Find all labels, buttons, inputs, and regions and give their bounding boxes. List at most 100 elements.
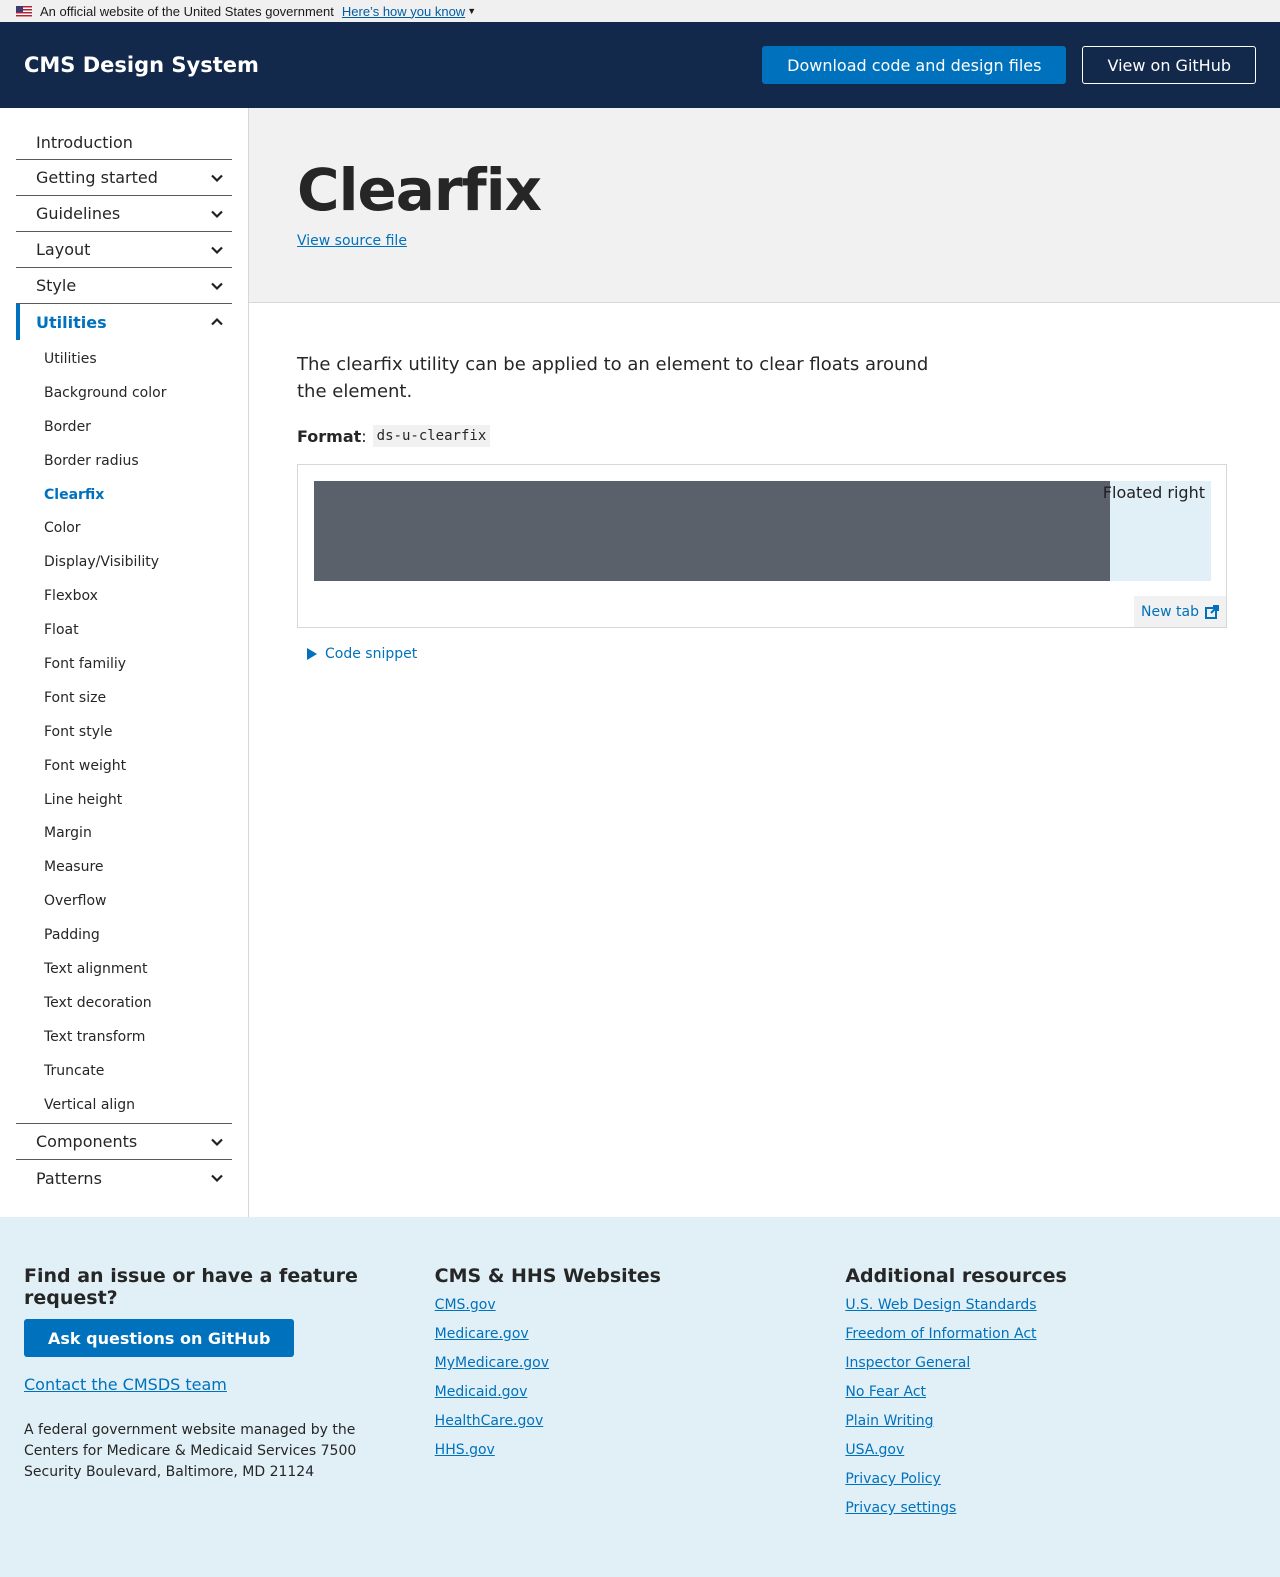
header-actions: Download code and design files View on G… bbox=[762, 46, 1256, 84]
code-snippet-label: Code snippet bbox=[325, 646, 418, 662]
page-title: Clearfix bbox=[297, 156, 542, 224]
subnav-item[interactable]: Truncate bbox=[16, 1054, 232, 1088]
utilities-list: Utilities Background color Border Border ra… bbox=[16, 342, 232, 1121]
subnav-item[interactable]: Font familiy bbox=[16, 647, 232, 681]
sidebar-item-label: Introduction bbox=[36, 132, 133, 152]
floated-right-box: Floated right bbox=[1103, 481, 1211, 581]
subnav-item[interactable]: Flexbox bbox=[16, 579, 232, 613]
chevron-down-icon[interactable]: ▼ bbox=[467, 6, 476, 16]
footer-col-resources: Additional resources U.S. Web Design Sta… bbox=[845, 1265, 1256, 1577]
subnav-item[interactable]: Text alignment bbox=[16, 952, 232, 986]
external-link-icon bbox=[1204, 604, 1219, 619]
footer-link[interactable]: Inspector General bbox=[845, 1355, 970, 1371]
gov-banner-text: An official website of the United States… bbox=[40, 3, 334, 19]
subnav-item[interactable]: Overflow bbox=[16, 884, 232, 918]
subnav-item[interactable]: Border bbox=[16, 410, 232, 444]
sidebar-item-layout[interactable]: Layout bbox=[16, 232, 232, 268]
footer-link[interactable]: No Fear Act bbox=[845, 1384, 926, 1400]
footer-link[interactable]: Freedom of Information Act bbox=[845, 1326, 1036, 1342]
floated-right-label: Floated right bbox=[1102, 483, 1205, 502]
sidebar-item-patterns[interactable]: Patterns bbox=[16, 1160, 232, 1196]
sidebar-item-label: Utilities bbox=[36, 312, 107, 332]
footer-link[interactable]: CMS.gov bbox=[435, 1297, 496, 1313]
sidebar-item-style[interactable]: Style bbox=[16, 268, 232, 304]
how-you-know-link[interactable]: Here’s how you know bbox=[342, 4, 465, 19]
subnav-item[interactable]: Clearfix bbox=[16, 478, 232, 512]
footer-link[interactable]: MyMedicare.gov bbox=[435, 1355, 549, 1371]
subnav-item[interactable]: Font weight bbox=[16, 749, 232, 783]
footer-link-item: Medicare.gov bbox=[435, 1326, 846, 1355]
view-source-link[interactable]: View source file bbox=[297, 233, 407, 249]
resources-links: U.S. Web Design Standards Freedom of Info… bbox=[845, 1297, 1256, 1529]
sidebar-item-label: Getting started bbox=[36, 168, 158, 187]
footer-link-item: CMS.gov bbox=[435, 1297, 846, 1326]
footer-link-item: Privacy settings bbox=[845, 1500, 1256, 1529]
sidebar-item-introduction[interactable]: Introduction bbox=[16, 125, 232, 160]
contact-team-link[interactable]: Contact the CMSDS team bbox=[24, 1375, 435, 1394]
subnav-item[interactable]: Utilities bbox=[16, 342, 232, 376]
new-tab-button[interactable]: New tab bbox=[1134, 596, 1226, 627]
footer-link[interactable]: HHS.gov bbox=[435, 1442, 495, 1458]
sidebar-item-label: Style bbox=[36, 276, 77, 295]
footer-col-websites: CMS & HHS Websites CMS.gov Medicare.gov My… bbox=[435, 1265, 846, 1577]
chevron-down-icon[interactable] bbox=[210, 171, 224, 185]
download-button[interactable]: Download code and design files bbox=[762, 46, 1067, 84]
chevron-up-icon[interactable] bbox=[210, 315, 224, 329]
footer-link[interactable]: Medicaid.gov bbox=[435, 1384, 528, 1400]
chevron-down-icon[interactable] bbox=[210, 1135, 224, 1149]
subnav-item[interactable]: Background color bbox=[16, 376, 232, 410]
subnav-item[interactable]: Measure bbox=[16, 850, 232, 884]
utilities-subnav: Utilities Background color Border Border ra… bbox=[16, 340, 232, 1125]
subnav-item[interactable]: Border radius bbox=[16, 444, 232, 478]
site-header: CMS Design System Download code and desi… bbox=[0, 22, 1280, 108]
subnav-item[interactable]: Color bbox=[16, 511, 232, 545]
footer-address: A federal government website managed by … bbox=[24, 1422, 357, 1480]
chevron-down-icon[interactable] bbox=[210, 243, 224, 257]
gov-banner: An official website of the United States… bbox=[0, 0, 1280, 22]
subnav-item[interactable]: Font style bbox=[16, 715, 232, 749]
subnav-item[interactable]: Line height bbox=[16, 783, 232, 817]
ask-github-button[interactable]: Ask questions on GitHub bbox=[24, 1319, 295, 1357]
sidebar-item-components[interactable]: Components bbox=[16, 1124, 232, 1161]
code-snippet-toggle[interactable]: Code snippet bbox=[307, 646, 1232, 662]
subnav-item[interactable]: Text decoration bbox=[16, 986, 232, 1020]
footer-link[interactable]: Privacy Policy bbox=[845, 1471, 940, 1487]
sidebar-item-getting-started[interactable]: Getting started bbox=[16, 160, 232, 196]
site-footer: Find an issue or have a feature request?… bbox=[0, 1217, 1280, 1577]
footer-link-item: Medicaid.gov bbox=[435, 1384, 846, 1413]
sidebar-nav: Introduction Getting started Guidelines … bbox=[0, 108, 249, 1217]
format-line: Format : ds-u-clearfix bbox=[297, 425, 1232, 447]
sidebar-item-label: Components bbox=[36, 1132, 138, 1152]
subnav-item[interactable]: Display/Visibility bbox=[16, 545, 232, 579]
lead-paragraph: The clearfix utility can be applied to a… bbox=[297, 354, 929, 402]
footer-link-item: Privacy Policy bbox=[845, 1471, 1256, 1500]
footer-heading: Additional resources bbox=[845, 1265, 1067, 1287]
footer-col-feedback: Find an issue or have a feature request?… bbox=[24, 1265, 435, 1577]
subnav-item[interactable]: Text transform bbox=[16, 1020, 232, 1054]
footer-link[interactable]: Privacy settings bbox=[845, 1500, 956, 1516]
chevron-down-icon[interactable] bbox=[210, 207, 224, 221]
footer-link[interactable]: HealthCare.gov bbox=[435, 1413, 544, 1429]
subnav-item[interactable]: Margin bbox=[16, 816, 232, 850]
page-layout: Introduction Getting started Guidelines … bbox=[0, 108, 1280, 1217]
github-button[interactable]: View on GitHub bbox=[1082, 46, 1256, 84]
subnav-item[interactable]: Vertical align bbox=[16, 1088, 232, 1122]
demo-dark-box bbox=[314, 481, 1112, 581]
subnav-item[interactable]: Padding bbox=[16, 918, 232, 952]
sidebar-item-utilities[interactable]: Utilities bbox=[16, 304, 232, 340]
example-frame: Floated right New tab bbox=[297, 464, 1227, 628]
subnav-item[interactable]: Float bbox=[16, 613, 232, 647]
footer-link[interactable]: USA.gov bbox=[845, 1442, 904, 1458]
footer-link[interactable]: Medicare.gov bbox=[435, 1326, 529, 1342]
sidebar-item-label: Guidelines bbox=[36, 204, 121, 223]
page-hero: Clearfix View source file bbox=[249, 108, 1280, 303]
subnav-item[interactable]: Font size bbox=[16, 681, 232, 715]
footer-link-item: Freedom of Information Act bbox=[845, 1326, 1256, 1355]
site-title[interactable]: CMS Design System bbox=[24, 53, 259, 77]
footer-link[interactable]: Plain Writing bbox=[845, 1413, 933, 1429]
chevron-down-icon[interactable] bbox=[210, 1171, 224, 1185]
footer-link[interactable]: U.S. Web Design Standards bbox=[845, 1297, 1036, 1313]
chevron-down-icon[interactable] bbox=[210, 279, 224, 293]
sidebar-item-guidelines[interactable]: Guidelines bbox=[16, 196, 232, 232]
footer-link-item: No Fear Act bbox=[845, 1384, 1256, 1413]
